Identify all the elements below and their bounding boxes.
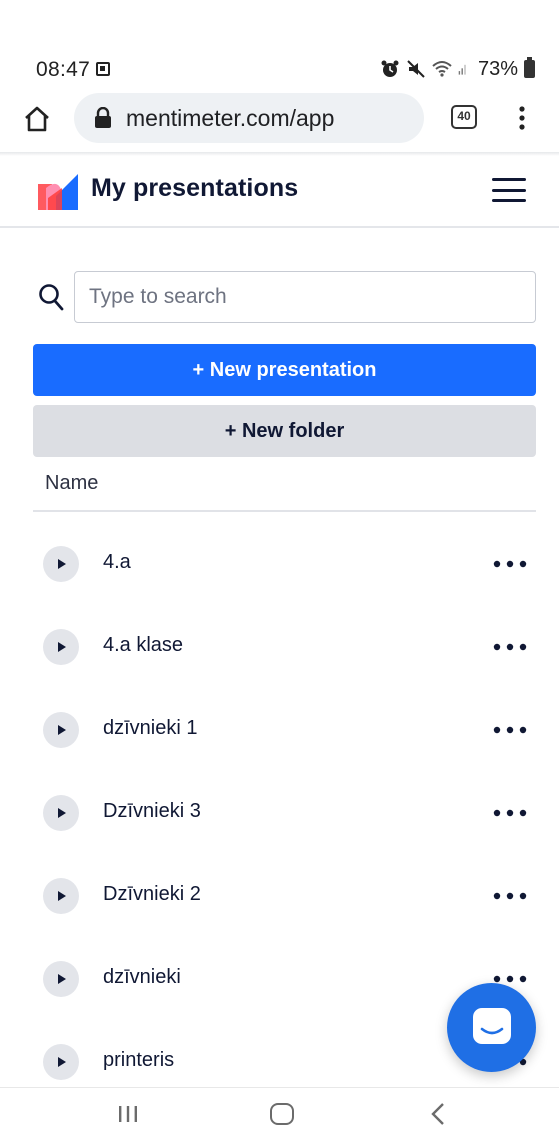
browser-toolbar: mentimeter.com/app 40 bbox=[0, 92, 559, 150]
list-item[interactable]: 4.a klase bbox=[0, 603, 559, 686]
more-horizontal-icon[interactable] bbox=[493, 726, 527, 734]
mute-icon bbox=[407, 60, 425, 78]
chat-icon bbox=[473, 1008, 511, 1044]
list-item[interactable]: Dzīvnieki 2 bbox=[0, 852, 559, 935]
tab-switcher-button[interactable]: 40 bbox=[451, 105, 477, 129]
list-item-label[interactable]: printeris bbox=[103, 1049, 174, 1072]
play-icon[interactable] bbox=[43, 961, 79, 997]
wifi-icon bbox=[432, 61, 452, 77]
url-text: mentimeter.com/app bbox=[126, 105, 335, 131]
browser-menu-icon[interactable] bbox=[512, 104, 532, 132]
more-horizontal-icon[interactable] bbox=[493, 643, 527, 651]
back-icon[interactable] bbox=[430, 1102, 446, 1126]
home-icon[interactable] bbox=[22, 104, 52, 134]
search-icon bbox=[39, 284, 64, 311]
more-horizontal-icon[interactable] bbox=[493, 892, 527, 900]
play-icon[interactable] bbox=[43, 795, 79, 831]
list-item[interactable]: Dzīvnieki 3 bbox=[0, 769, 559, 852]
lock-icon bbox=[95, 107, 111, 128]
list-item-label[interactable]: Dzīvnieki 2 bbox=[103, 883, 201, 906]
app-header: My presentations bbox=[0, 156, 559, 228]
play-icon[interactable] bbox=[43, 546, 79, 582]
status-bar: 08:47 73% bbox=[0, 0, 559, 92]
list-item[interactable]: dzīvnieki 1 bbox=[0, 686, 559, 769]
nav-home-icon[interactable] bbox=[270, 1103, 294, 1125]
page-title: My presentations bbox=[91, 174, 299, 202]
new-presentation-button[interactable]: + New presentation bbox=[33, 344, 536, 396]
list-item-label[interactable]: 4.a klase bbox=[103, 634, 183, 657]
play-icon[interactable] bbox=[43, 629, 79, 665]
recents-icon[interactable] bbox=[117, 1105, 139, 1123]
chat-button[interactable] bbox=[447, 983, 536, 1072]
list-item-label[interactable]: 4.a bbox=[103, 551, 131, 574]
battery-percent: 73% bbox=[477, 57, 518, 80]
alarm-icon bbox=[381, 60, 399, 77]
hamburger-menu-icon[interactable] bbox=[492, 178, 526, 204]
address-bar[interactable]: mentimeter.com/app bbox=[74, 93, 424, 143]
play-icon[interactable] bbox=[43, 878, 79, 914]
signal-icon bbox=[458, 64, 466, 75]
phone-screen: 08:47 73% mentimeter.com/app 40 My prese… bbox=[0, 0, 559, 1132]
mentimeter-logo[interactable] bbox=[38, 174, 78, 210]
list-item-label[interactable]: Dzīvnieki 3 bbox=[103, 800, 201, 823]
list-item-label[interactable]: dzīvnieki 1 bbox=[103, 717, 198, 740]
more-horizontal-icon[interactable] bbox=[493, 560, 527, 568]
list-item-label[interactable]: dzīvnieki bbox=[103, 966, 181, 989]
status-time: 08:47 bbox=[36, 58, 91, 81]
search-input[interactable] bbox=[74, 271, 536, 323]
list-divider bbox=[33, 510, 536, 512]
notification-icon bbox=[96, 62, 110, 76]
header-divider bbox=[0, 226, 559, 228]
status-icons: 73% bbox=[380, 56, 535, 82]
more-horizontal-icon[interactable] bbox=[493, 975, 527, 983]
new-folder-button[interactable]: + New folder bbox=[33, 405, 536, 457]
list-item[interactable]: 4.a bbox=[0, 520, 559, 603]
battery-icon bbox=[524, 57, 535, 78]
system-nav-bar bbox=[0, 1087, 559, 1132]
play-icon[interactable] bbox=[43, 1044, 79, 1080]
more-horizontal-icon[interactable] bbox=[493, 809, 527, 817]
column-header-name[interactable]: Name bbox=[45, 472, 98, 495]
play-icon[interactable] bbox=[43, 712, 79, 748]
